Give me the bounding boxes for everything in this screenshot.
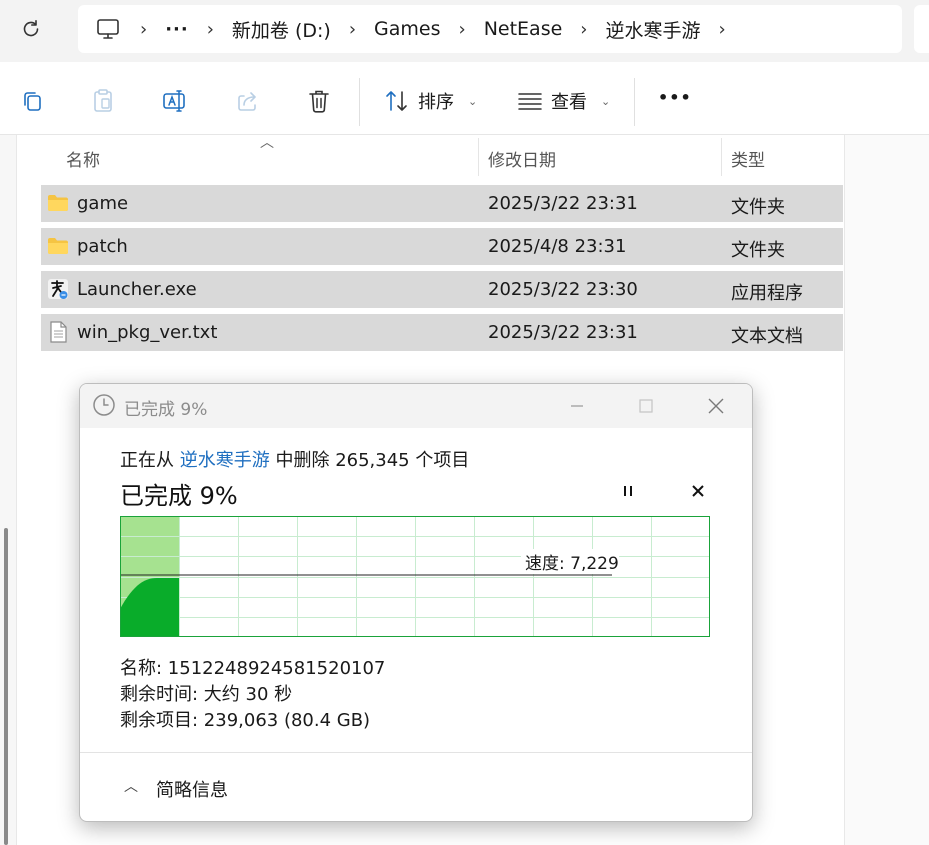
- folder-icon: [48, 195, 68, 211]
- fewer-details-button[interactable]: 简略信息: [156, 776, 228, 802]
- sort-button[interactable]: 排序 ⌄: [384, 88, 477, 114]
- delete-button[interactable]: [303, 84, 335, 118]
- refresh-icon: [23, 20, 39, 37]
- file-name: win_pkg_ver.txt: [77, 322, 218, 343]
- details-pane: [845, 135, 929, 845]
- copy-button[interactable]: [16, 84, 48, 118]
- file-row-game[interactable]: game 2025/3/22 23:31 文件夹: [41, 185, 843, 222]
- paste-button[interactable]: [87, 84, 119, 118]
- close-icon: [708, 398, 724, 414]
- chevron-down-icon: ⌄: [601, 94, 611, 108]
- trash-icon: [309, 90, 329, 113]
- file-date: 2025/4/8 23:31: [488, 236, 627, 257]
- speed-readout: 速度: 7,229: [521, 549, 619, 574]
- dialog-divider: [80, 752, 752, 753]
- search-box[interactable]: [914, 5, 929, 53]
- file-row-win-pkg-ver[interactable]: win_pkg_ver.txt 2025/3/22 23:31 文本文档: [41, 314, 843, 351]
- breadcrumb-drive[interactable]: 新加卷 (D:): [232, 16, 331, 43]
- chevron-right-icon[interactable]: ›: [719, 19, 726, 40]
- file-row-patch[interactable]: patch 2025/4/8 23:31 文件夹: [41, 228, 843, 265]
- progress-percent: 已完成 9%: [120, 482, 238, 510]
- time-remaining: 剩余时间: 大约 30 秒: [120, 684, 293, 705]
- navigation-pane: [0, 135, 16, 845]
- pause-button[interactable]: [618, 480, 638, 502]
- operation-prefix: 正在从: [120, 450, 174, 471]
- refresh-button[interactable]: [14, 14, 48, 44]
- sort-icon: [386, 91, 407, 111]
- minimize-button[interactable]: [563, 394, 591, 418]
- more-options-button[interactable]: •••: [658, 88, 692, 107]
- sort-ascending-icon: ︿: [260, 135, 274, 151]
- launcher-app-icon: [48, 279, 68, 299]
- operation-suffix: 中删除 265,345 个项目: [275, 450, 470, 471]
- view-label: 查看: [551, 92, 587, 113]
- column-header-date[interactable]: 修改日期: [488, 146, 556, 171]
- column-header-type[interactable]: 类型: [731, 146, 765, 171]
- maximize-icon: [639, 399, 653, 413]
- close-button[interactable]: [702, 394, 730, 418]
- current-item-name: 名称: 1512248924581520107: [120, 658, 386, 679]
- text-file-icon: [50, 321, 67, 343]
- breadcrumb-netease[interactable]: NetEase: [484, 18, 563, 40]
- toolbar-divider: [359, 78, 360, 126]
- speed-graph: [120, 516, 710, 637]
- paste-icon: [94, 89, 112, 112]
- column-divider[interactable]: [478, 138, 479, 176]
- share-button[interactable]: [232, 84, 264, 118]
- toolbar-divider: [634, 78, 635, 126]
- file-date: 2025/3/22 23:31: [488, 322, 638, 343]
- this-pc-icon[interactable]: [96, 18, 122, 40]
- chevron-right-icon: ›: [458, 18, 466, 40]
- chevron-right-icon: ›: [348, 18, 357, 40]
- file-type: 文件夹: [731, 240, 785, 261]
- chevron-right-icon: ›: [140, 18, 148, 40]
- file-type: 应用程序: [731, 283, 803, 304]
- view-button[interactable]: 查看 ⌄: [517, 88, 610, 114]
- breadcrumb-current-folder[interactable]: 逆水寒手游: [606, 16, 701, 43]
- column-divider[interactable]: [721, 138, 722, 176]
- file-name: game: [77, 193, 129, 214]
- file-row-launcher[interactable]: Launcher.exe 2025/3/22 23:30 应用程序: [41, 271, 843, 308]
- chevron-right-icon: ›: [206, 18, 214, 40]
- breadcrumb[interactable]: › ··· › 新加卷 (D:) › Games › NetEase › 逆水寒…: [78, 5, 902, 53]
- pane-divider: [16, 135, 17, 845]
- chevron-down-icon: ⌄: [468, 94, 478, 108]
- delete-progress-dialog: 已完成 9% 正在从 逆水寒手游 中删除 265,345 个项目 已完成 9% …: [79, 383, 753, 822]
- breadcrumb-games[interactable]: Games: [374, 18, 440, 40]
- items-remaining: 剩余项目: 239,063 (80.4 GB): [120, 710, 371, 731]
- cancel-button[interactable]: [688, 480, 708, 502]
- scrollbar-thumb[interactable]: [4, 528, 8, 845]
- copy-icon: [24, 92, 41, 111]
- dialog-title: 已完成 9%: [124, 400, 208, 420]
- source-folder-link[interactable]: 逆水寒手游: [180, 450, 270, 471]
- file-name: Launcher.exe: [77, 279, 197, 300]
- rename-icon: [163, 90, 185, 112]
- chevron-right-icon: ›: [580, 18, 588, 40]
- share-icon: [238, 92, 256, 111]
- view-list-icon: [518, 93, 542, 110]
- folder-icon: [48, 238, 68, 254]
- minimize-icon: [571, 405, 583, 407]
- pause-icon: [624, 486, 632, 496]
- rename-button[interactable]: [159, 84, 191, 118]
- clock-icon: [93, 394, 115, 416]
- file-date: 2025/3/22 23:30: [488, 279, 638, 300]
- file-name: patch: [77, 236, 128, 257]
- file-type: 文件夹: [731, 197, 785, 218]
- operation-description: 正在从 逆水寒手游 中删除 265,345 个项目: [120, 446, 469, 472]
- chevron-up-icon[interactable]: ︿: [124, 776, 138, 796]
- cancel-icon: [692, 485, 704, 497]
- file-type: 文本文档: [731, 326, 803, 347]
- maximize-button[interactable]: [632, 394, 660, 418]
- sort-label: 排序: [418, 92, 454, 113]
- breadcrumb-overflow[interactable]: ···: [165, 19, 189, 40]
- file-date: 2025/3/22 23:31: [488, 193, 638, 214]
- column-header-name[interactable]: 名称: [66, 146, 100, 171]
